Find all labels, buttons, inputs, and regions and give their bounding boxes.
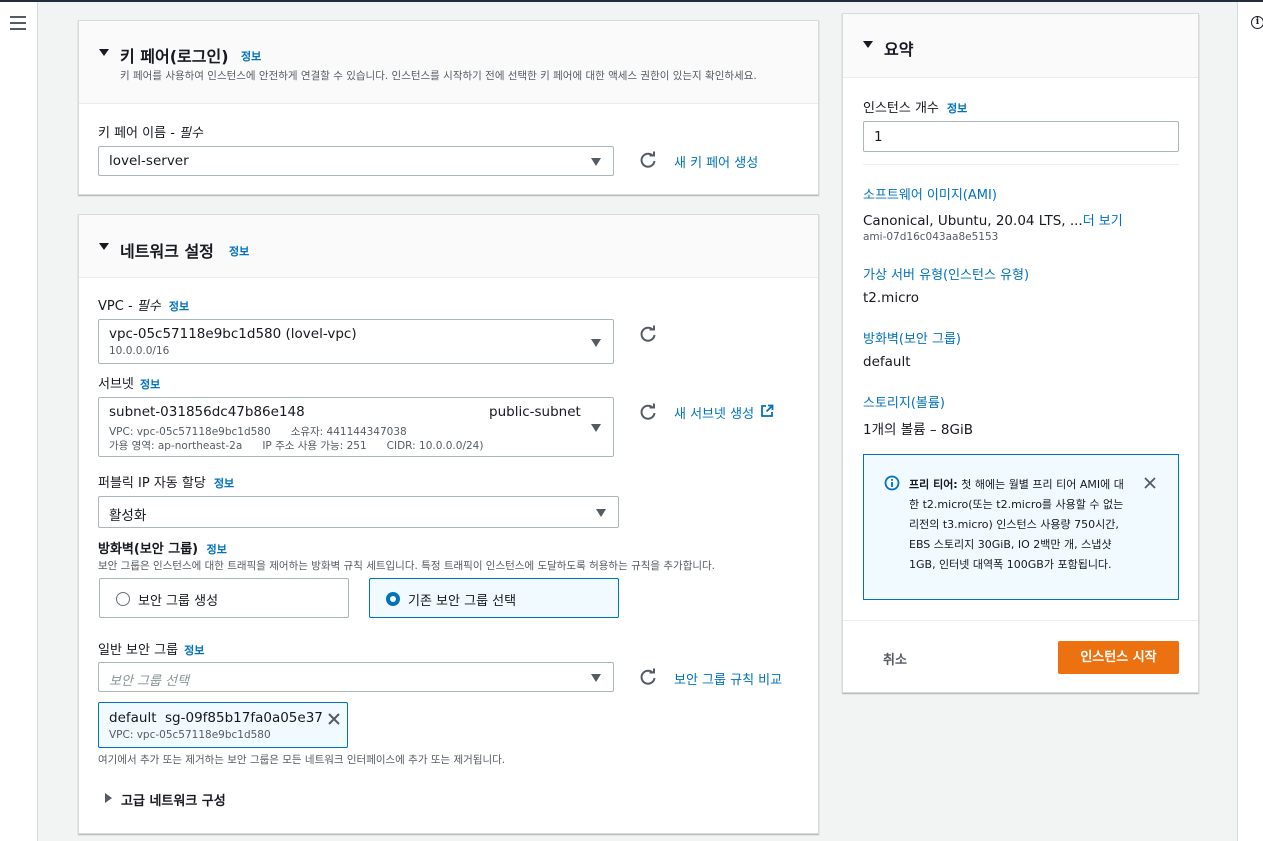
instance-count-label: 인스턴스 개수 정보 [863,101,968,116]
token-id: sg-09f85b17fa0a05e37 [165,710,323,726]
collapse-caret-icon[interactable] [99,49,109,56]
refresh-icon[interactable] [639,325,657,343]
network-panel: 네트워크 설정 정보 VPC - 필수 정보 vpc-05c57118e9bc1… [78,214,819,834]
token-vpc: VPC: vpc-05c57118e9bc1d580 [109,729,271,741]
radio-existing-security-group[interactable]: 기존 보안 그룹 선택 [369,578,619,618]
cancel-button[interactable]: 취소 [883,649,907,668]
right-help-rail: i [1237,2,1263,841]
keypair-info-link[interactable]: 정보 [241,48,261,64]
subnet-name: public-subnet [489,404,581,420]
network-panel-header: 네트워크 설정 정보 [79,215,818,278]
ami-more-link[interactable]: 더 보기 [1083,214,1123,229]
dropdown-arrow-icon [591,424,601,432]
security-group-token: default sg-09f85b17fa0a05e37 VPC: vpc-05… [98,702,348,748]
info-icon [884,475,900,491]
radio-button-selected-icon[interactable] [386,592,400,606]
security-group-info-link[interactable]: 정보 [184,644,204,657]
divider [863,164,1179,165]
instance-count-value: 1 [874,129,883,145]
firewall-description: 보안 그룹은 인스턴스에 대한 트래픽을 제어하는 방화벽 규칙 세트입니다. … [98,560,716,572]
ami-id: ami-07d16c043aa8e5153 [863,231,999,243]
remove-token-icon[interactable] [327,712,341,726]
vpc-cidr: 10.0.0.0/16 [109,345,170,357]
collapse-caret-icon[interactable] [863,41,873,48]
summary-panel: 요약 인스턴스 개수 정보 1 소프트웨어 이미지(AMI) Canonical… [842,13,1199,693]
firewall-summary-value: default [863,354,911,370]
keypair-panel: 키 페어(로그인) 정보 키 페어를 사용하여 인스턴스에 안전하게 연결할 수… [78,20,819,195]
summary-title: 요약 [884,40,914,59]
vpc-label: VPC - 필수 정보 [98,299,190,314]
vpc-info-link[interactable]: 정보 [169,300,189,313]
subnet-id: subnet-031856dc47b86e148 [109,404,305,420]
network-info-link[interactable]: 정보 [229,243,249,259]
left-nav-rail [0,2,38,841]
keypair-select-value: lovel-server [109,153,189,169]
refresh-icon[interactable] [639,668,657,686]
keypair-select[interactable]: lovel-server [98,146,614,176]
public-ip-label: 퍼블릭 IP 자동 할당 정보 [98,476,235,491]
subnet-info-link[interactable]: 정보 [140,378,160,391]
collapse-caret-icon[interactable] [99,243,109,250]
keypair-name-label: 키 페어 이름 - 필수 [98,126,203,141]
ami-value: Canonical, Ubuntu, 20.04 LTS, ...더 보기 [863,213,1123,229]
radio-create-security-group[interactable]: 보안 그룹 생성 [99,578,349,618]
instance-type-link[interactable]: 가상 서버 유형(인스턴스 유형) [863,264,1029,283]
firewall-summary-link[interactable]: 방화벽(보안 그룹) [863,328,961,347]
create-subnet-link[interactable]: 새 서브넷 생성 [674,403,754,422]
launch-instance-button[interactable]: 인스턴스 시작 [1058,641,1179,674]
ami-link[interactable]: 소프트웨어 이미지(AMI) [863,184,997,203]
option-existing-label: 기존 보안 그룹 선택 [408,594,517,609]
vpc-select-value: vpc-05c57118e9bc1d580 (lovel-vpc) [109,326,357,342]
firewall-info-link[interactable]: 정보 [207,543,227,556]
instance-count-info-link[interactable]: 정보 [947,102,967,115]
close-icon[interactable] [1143,476,1157,490]
public-ip-info-link[interactable]: 정보 [214,477,234,490]
keypair-panel-header: 키 페어(로그인) 정보 키 페어를 사용하여 인스턴스에 안전하게 연결할 수… [79,21,818,104]
security-group-label: 일반 보안 그룹 정보 [98,643,205,658]
token-name: default [109,710,157,726]
subnet-az-cidr: 가용 영역: ap-northeast-2a IP 주소 사용 가능: 251 … [109,440,484,452]
divider [843,620,1198,621]
dropdown-arrow-icon [591,158,601,166]
dropdown-arrow-icon [596,509,606,517]
subnet-select[interactable]: subnet-031856dc47b86e148 public-subnet V… [98,397,614,457]
advanced-network-label: 고급 네트워크 구성 [121,794,226,809]
menu-icon[interactable] [10,16,26,30]
top-bar [0,0,1263,2]
security-group-note: 여기에서 추가 또는 제거하는 보안 그룹은 모든 네트워크 인터페이스에 추가… [98,754,506,766]
subnet-label: 서브넷 정보 [98,377,161,392]
network-title: 네트워크 설정 [120,242,214,261]
info-icon[interactable]: i [1251,16,1263,29]
expand-caret-icon [105,793,112,803]
refresh-icon[interactable] [639,151,657,169]
storage-link[interactable]: 스토리지(볼륨) [863,392,945,411]
subnet-vpc-owner: VPC: vpc-05c57118e9bc1d580 소유자: 44114434… [109,426,407,438]
free-tier-alert: 프리 티어: 첫 해에는 월별 프리 티어 AMI에 대 한 t2.micro(… [863,454,1179,600]
storage-value: 1개의 볼륨 – 8GiB [863,422,973,438]
refresh-icon[interactable] [639,403,657,421]
instance-count-input[interactable]: 1 [863,121,1179,152]
external-link-icon[interactable] [760,404,774,418]
security-group-select[interactable]: 보안 그룹 선택 [98,662,614,692]
free-tier-alert-text: 프리 티어: 첫 해에는 월별 프리 티어 AMI에 대 한 t2.micro(… [909,478,1124,571]
public-ip-select[interactable]: 활성화 [98,496,619,528]
vpc-select[interactable]: vpc-05c57118e9bc1d580 (lovel-vpc) 10.0.0… [98,319,614,364]
radio-button-icon[interactable] [116,592,130,606]
instance-type-value: t2.micro [863,290,920,306]
firewall-label: 방화벽(보안 그룹) 정보 [98,542,227,557]
dropdown-arrow-icon [591,674,601,682]
keypair-description: 키 페어를 사용하여 인스턴스에 안전하게 연결할 수 있습니다. 인스턴스를 … [120,70,757,82]
create-keypair-link[interactable]: 새 키 페어 생성 [674,152,758,171]
keypair-title: 키 페어(로그인) [120,47,229,66]
dropdown-arrow-icon [591,339,601,347]
security-group-placeholder: 보안 그룹 선택 [109,674,190,689]
summary-panel-header: 요약 [843,14,1198,78]
option-create-label: 보안 그룹 생성 [138,594,219,609]
compare-rules-link[interactable]: 보안 그룹 규칙 비교 [674,669,782,688]
public-ip-value: 활성화 [109,508,147,524]
